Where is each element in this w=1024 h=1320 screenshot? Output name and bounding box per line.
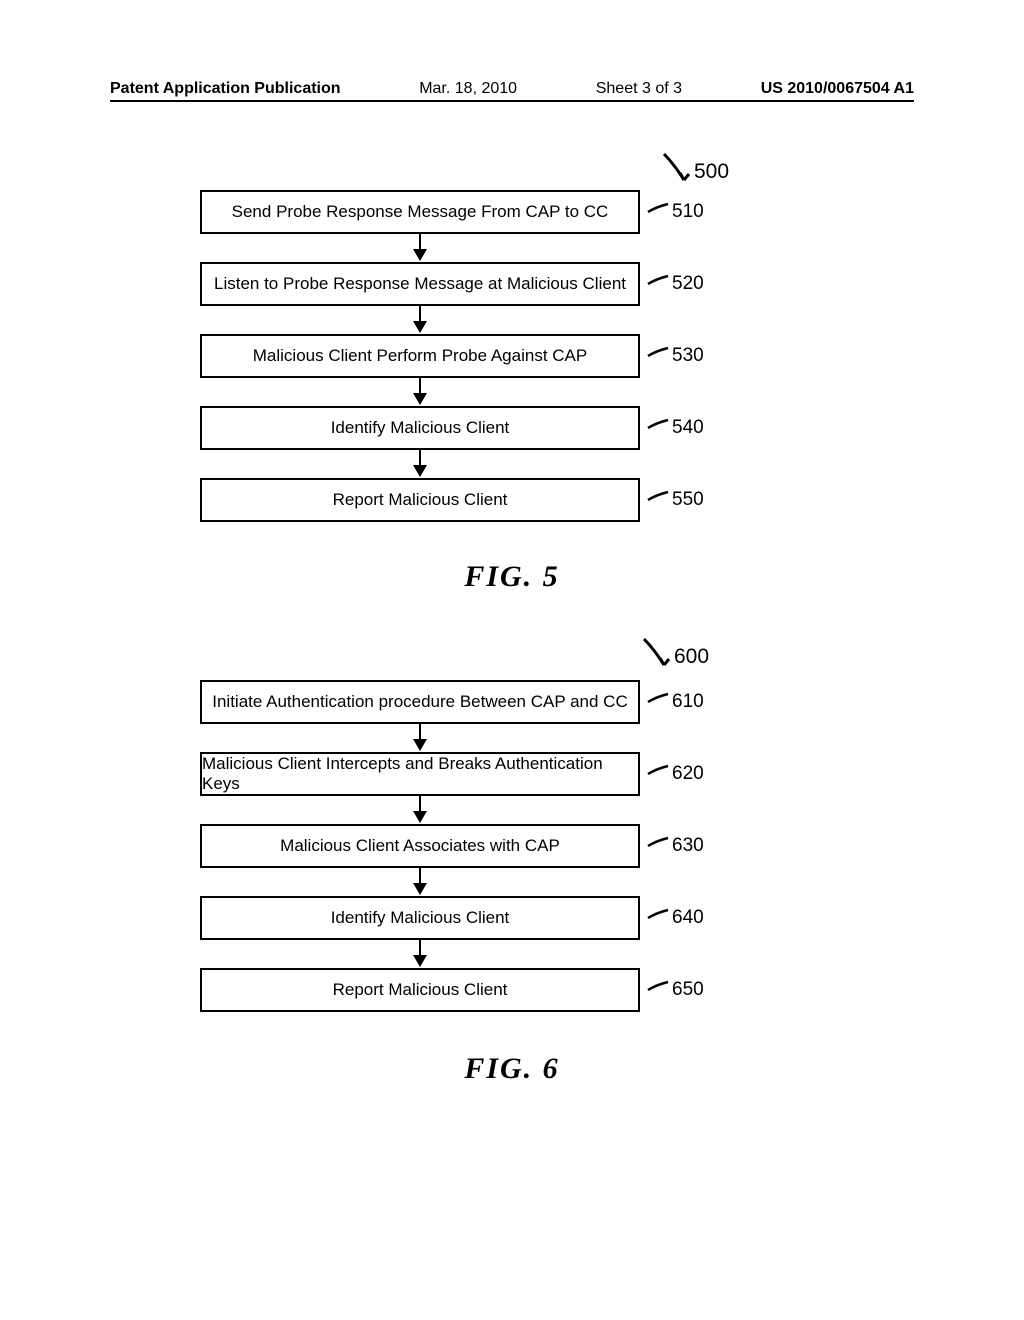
- flow-arrow: [200, 940, 640, 968]
- step-reference: 520: [646, 273, 704, 295]
- step-ref-number: 520: [672, 273, 704, 295]
- reference-hook-icon: [640, 635, 674, 669]
- flowchart-fig5: Send Probe Response Message From CAP to …: [200, 190, 640, 522]
- reference-curve-icon: [646, 763, 670, 785]
- step-reference: 530: [646, 345, 704, 367]
- step-ref-number: 650: [672, 979, 704, 1001]
- flow-step: Report Malicious Client 550: [200, 478, 640, 522]
- step-text: Send Probe Response Message From CAP to …: [232, 202, 609, 222]
- step-ref-number: 550: [672, 489, 704, 511]
- step-reference: 640: [646, 907, 704, 929]
- reference-curve-icon: [646, 201, 670, 223]
- flow-step: Listen to Probe Response Message at Mali…: [200, 262, 640, 306]
- step-box: Send Probe Response Message From CAP to …: [200, 190, 640, 234]
- step-text: Initiate Authentication procedure Betwee…: [212, 692, 628, 712]
- figure-5-number: 500: [694, 160, 729, 184]
- flow-arrow: [200, 868, 640, 896]
- flow-step: Malicious Client Intercepts and Breaks A…: [200, 752, 640, 796]
- step-text: Malicious Client Intercepts and Breaks A…: [202, 754, 638, 794]
- flow-arrow: [200, 724, 640, 752]
- step-text: Report Malicious Client: [333, 980, 508, 1000]
- step-reference: 650: [646, 979, 704, 1001]
- flow-arrow: [200, 796, 640, 824]
- step-box: Initiate Authentication procedure Betwee…: [200, 680, 640, 724]
- step-text: Malicious Client Perform Probe Against C…: [253, 346, 587, 366]
- reference-curve-icon: [646, 273, 670, 295]
- step-box: Malicious Client Associates with CAP: [200, 824, 640, 868]
- reference-curve-icon: [646, 691, 670, 713]
- flow-step: Initiate Authentication procedure Betwee…: [200, 680, 640, 724]
- step-text: Malicious Client Associates with CAP: [280, 836, 560, 856]
- step-ref-number: 620: [672, 763, 704, 785]
- step-text: Report Malicious Client: [333, 490, 508, 510]
- flow-step: Identify Malicious Client 540: [200, 406, 640, 450]
- step-box: Identify Malicious Client: [200, 406, 640, 450]
- flowchart-fig6: Initiate Authentication procedure Betwee…: [200, 680, 640, 1012]
- figure-6-reference: 600: [640, 635, 709, 669]
- reference-curve-icon: [646, 979, 670, 1001]
- reference-curve-icon: [646, 417, 670, 439]
- flow-step: Identify Malicious Client 640: [200, 896, 640, 940]
- step-ref-number: 540: [672, 417, 704, 439]
- reference-curve-icon: [646, 835, 670, 857]
- patent-page: Patent Application Publication Mar. 18, …: [0, 0, 1024, 1320]
- reference-hook-icon: [660, 150, 694, 184]
- sheet-number: Sheet 3 of 3: [596, 80, 682, 98]
- step-ref-number: 630: [672, 835, 704, 857]
- step-ref-number: 510: [672, 201, 704, 223]
- step-reference: 610: [646, 691, 704, 713]
- flow-arrow: [200, 306, 640, 334]
- step-text: Identify Malicious Client: [331, 908, 510, 928]
- flow-arrow: [200, 450, 640, 478]
- figure-6-number: 600: [674, 645, 709, 669]
- step-ref-number: 640: [672, 907, 704, 929]
- flow-step: Malicious Client Associates with CAP 630: [200, 824, 640, 868]
- figure-6-caption: FIG. 6: [0, 1052, 1024, 1086]
- flow-arrow: [200, 234, 640, 262]
- step-text: Identify Malicious Client: [331, 418, 510, 438]
- step-text: Listen to Probe Response Message at Mali…: [214, 274, 626, 294]
- step-box: Report Malicious Client: [200, 478, 640, 522]
- step-reference: 540: [646, 417, 704, 439]
- step-box: Malicious Client Perform Probe Against C…: [200, 334, 640, 378]
- step-box: Report Malicious Client: [200, 968, 640, 1012]
- document-number: US 2010/0067504 A1: [761, 80, 914, 98]
- figure-5-caption: FIG. 5: [0, 560, 1024, 594]
- step-box: Malicious Client Intercepts and Breaks A…: [200, 752, 640, 796]
- step-box: Listen to Probe Response Message at Mali…: [200, 262, 640, 306]
- publication-label: Patent Application Publication: [110, 80, 341, 98]
- page-header: Patent Application Publication Mar. 18, …: [110, 80, 914, 102]
- step-ref-number: 610: [672, 691, 704, 713]
- step-box: Identify Malicious Client: [200, 896, 640, 940]
- step-ref-number: 530: [672, 345, 704, 367]
- reference-curve-icon: [646, 907, 670, 929]
- step-reference: 510: [646, 201, 704, 223]
- figure-5-reference: 500: [660, 150, 729, 184]
- reference-curve-icon: [646, 489, 670, 511]
- reference-curve-icon: [646, 345, 670, 367]
- step-reference: 550: [646, 489, 704, 511]
- step-reference: 620: [646, 763, 704, 785]
- flow-step: Malicious Client Perform Probe Against C…: [200, 334, 640, 378]
- step-reference: 630: [646, 835, 704, 857]
- publication-date: Mar. 18, 2010: [419, 80, 517, 98]
- flow-step: Report Malicious Client 650: [200, 968, 640, 1012]
- flow-step: Send Probe Response Message From CAP to …: [200, 190, 640, 234]
- flow-arrow: [200, 378, 640, 406]
